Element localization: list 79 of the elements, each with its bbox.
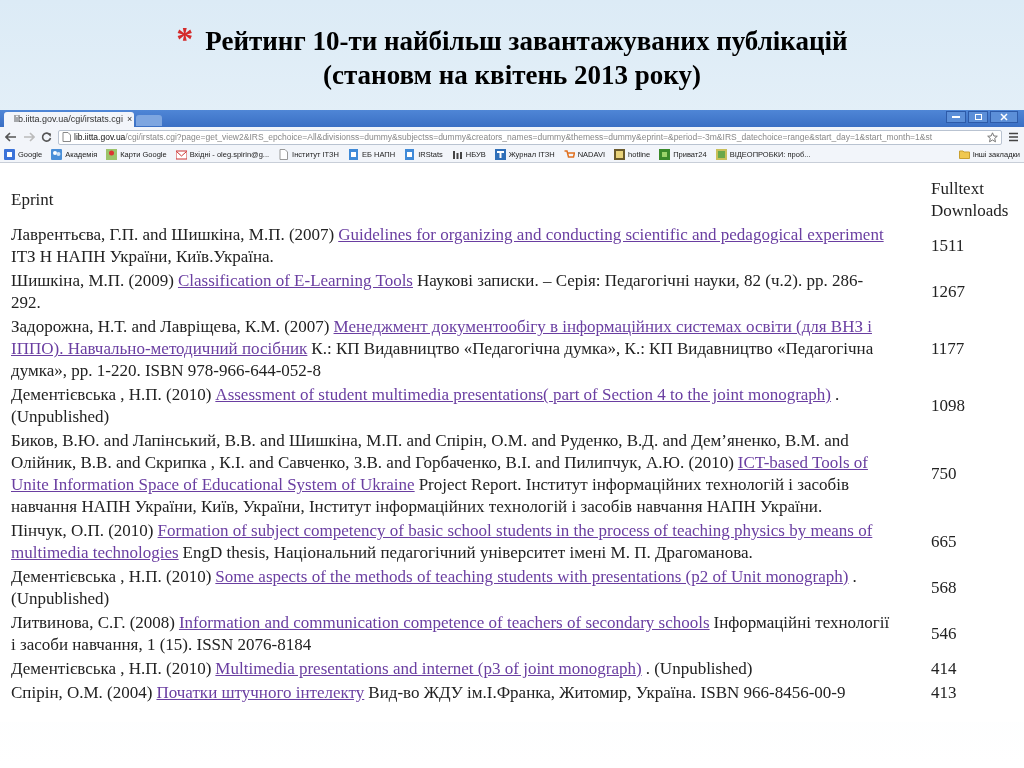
cart-icon bbox=[563, 149, 575, 160]
back-icon[interactable] bbox=[5, 132, 17, 142]
citation-text: Пінчук, О.П. (2010) bbox=[11, 520, 154, 542]
minimize-button[interactable] bbox=[946, 111, 966, 123]
url-text: lib.iitta.gov.ua/cgi/irstats.cgi?page=get_view2&IRS_epchoice=All&divisionss=dummy&subjectss=dummy&creators_names=dummy&themess=dummy&eprint=&period=-3m&IRS_datechoice=range&start_day=1&start_month=1&st bbox=[74, 130, 933, 144]
journal-icon bbox=[494, 149, 506, 160]
citation-text: Биков, В.Ю. and Лапінський, В.В. and Шишкіна, М.П. and Спірін, О.М. and Руденко, В.Д. and Дем’яненко, В.М. and bbox=[11, 430, 849, 452]
downloads-count: 1177 bbox=[931, 338, 966, 360]
reload-icon[interactable] bbox=[41, 131, 52, 143]
publication-link[interactable]: Formation of subject competency of basic school students in the process of teaching physics by means of bbox=[157, 520, 873, 542]
star-icon[interactable] bbox=[987, 131, 998, 143]
citation-text: думка», pp. 1-220. ISBN 978-966-644-052-8 bbox=[11, 360, 322, 382]
mail-icon bbox=[175, 149, 187, 160]
downloads-count: 1098 bbox=[931, 395, 966, 417]
citation-text: Спірін, О.М. (2004) bbox=[11, 682, 153, 704]
downloads-count: 750 bbox=[931, 463, 958, 485]
citation-text: К.: КП Видавництво «Педагогічна думка», К.: КП Видавництво «Педагогічна bbox=[311, 338, 874, 360]
tab-close[interactable]: × bbox=[126, 112, 133, 127]
publication-link[interactable]: Guidelines for organizing and conducting scientific and pedagogical experiment bbox=[338, 224, 884, 246]
downloads-count: 1267 bbox=[931, 281, 966, 303]
close-button[interactable] bbox=[990, 111, 1018, 123]
page-icon bbox=[62, 132, 71, 142]
citation-text: . (Unpublished) bbox=[645, 658, 753, 680]
citation-text: Олійник, В.В. and Скрипка , К.І. and Савченко, З.В. and Горбаченко, В.І. and Пилипчук, А.Ю. (2010) bbox=[11, 452, 734, 474]
citation-text: і засоби навчання, 1 (15). ISSN 2076-8184 bbox=[11, 634, 312, 656]
publication-link[interactable]: Початки штучного інтелекту bbox=[156, 682, 365, 704]
citation-text: Дементієвська , Н.П. (2010) bbox=[11, 658, 212, 680]
document-icon bbox=[404, 149, 416, 160]
publication-link[interactable]: Information and communication competence of teachers of secondary schools bbox=[178, 612, 710, 634]
publication-link[interactable]: multimedia technologies bbox=[11, 542, 179, 564]
tab-title: lib.iitta.gov.ua/cgi/irstats.cgi bbox=[14, 112, 123, 126]
folder-icon bbox=[958, 150, 970, 159]
citation-text: Шишкіна, М.П. (2009) bbox=[11, 270, 174, 292]
bars-icon bbox=[451, 149, 463, 160]
citation-text: Вид-во ЖДУ ім.І.Франка, Житомир, Україна. ISBN 966-8456-00-9 bbox=[368, 682, 846, 704]
slide-title: (становм на квітень 2013 року) bbox=[323, 59, 701, 92]
downloads-count: 414 bbox=[931, 658, 958, 680]
citation-text: EngD thesis, Національний педагогічний університет імені М. П. Драгоманова. bbox=[182, 542, 753, 564]
publication-link[interactable]: ІППО). Навчально-методичний посібник bbox=[11, 338, 308, 360]
publication-link[interactable]: Classification of E-Learning Tools bbox=[177, 270, 413, 292]
page-icon bbox=[278, 149, 290, 160]
people-icon bbox=[51, 149, 63, 160]
publication-link[interactable]: Some aspects of the methods of teaching students with presentations (p2 of Unit monograph) bbox=[215, 566, 849, 588]
restore-button[interactable] bbox=[968, 111, 988, 123]
close-icon bbox=[1000, 113, 1008, 121]
downloads-count: 1511 bbox=[931, 235, 966, 257]
bullet-mark: * bbox=[176, 22, 194, 56]
column-header: Fulltext Downloads bbox=[931, 178, 1010, 222]
publication-link[interactable]: Multimedia presentations and internet (p3 of joint monograph) bbox=[215, 658, 642, 680]
downloads-count: 568 bbox=[931, 577, 958, 599]
downloads-count: 665 bbox=[931, 531, 958, 553]
citation-text: Литвинова, С.Г. (2008) bbox=[11, 612, 175, 634]
citation-text: Лаврентьєва, Г.П. and Шишкіна, М.П. (2007) bbox=[11, 224, 335, 246]
downloads-count: 413 bbox=[931, 682, 958, 704]
menu-icon[interactable] bbox=[1008, 132, 1019, 142]
citation-text: Дементієвська , Н.П. (2010) bbox=[11, 566, 212, 588]
column-header: Eprint bbox=[11, 189, 55, 211]
publication-link[interactable]: Менеджмент документообігу в інформаційних системах освіти (для ВНЗ і bbox=[333, 316, 872, 338]
citation-text: ІТЗ Н НАПН України, Київ.Україна. bbox=[11, 246, 274, 268]
slide-title: Рейтинг 10-ти найбільш завантажуваних публікацій bbox=[205, 25, 848, 58]
document-icon bbox=[348, 149, 360, 160]
citation-text: . bbox=[835, 384, 840, 406]
map-pin-icon bbox=[106, 149, 118, 160]
citation-text: . bbox=[852, 566, 857, 588]
address-bar[interactable] bbox=[58, 129, 1002, 145]
citation-text: Project Report. Інститут інформаційних технологій і засобів bbox=[418, 474, 849, 496]
citation-text: (Unpublished) bbox=[11, 588, 110, 610]
citation-text: Дементієвська , Н.П. (2010) bbox=[11, 384, 212, 406]
citation-text: 292. bbox=[11, 292, 41, 314]
downloads-count: 546 bbox=[931, 623, 958, 645]
citation-text: (Unpublished) bbox=[11, 406, 110, 428]
citation-text: навчання НАПН України, Київ, України, Інститут інформаційних технологій і засобів навчання НАПН України. bbox=[11, 496, 823, 518]
publication-link[interactable]: Assessment of student multimedia presentations( part of Section 4 to the joint monograph) bbox=[215, 384, 832, 406]
citation-text: Наукові записки. – Серія: Педагогічні науки, 82 (ч.2). pp. 286- bbox=[416, 270, 864, 292]
citation-text: Задорожна, Н.Т. and Лаврiщева, К.М. (2007) bbox=[11, 316, 330, 338]
publication-link[interactable]: Unite Information Space of Educational System of Ukraine bbox=[11, 474, 415, 496]
citation-text: Інформаційні технології bbox=[713, 612, 890, 634]
browser-tab[interactable]: lib.iitta.gov.ua/cgi/irstats.cgi × bbox=[4, 112, 134, 127]
publication-link[interactable]: ICT-based Tools of bbox=[737, 452, 868, 474]
